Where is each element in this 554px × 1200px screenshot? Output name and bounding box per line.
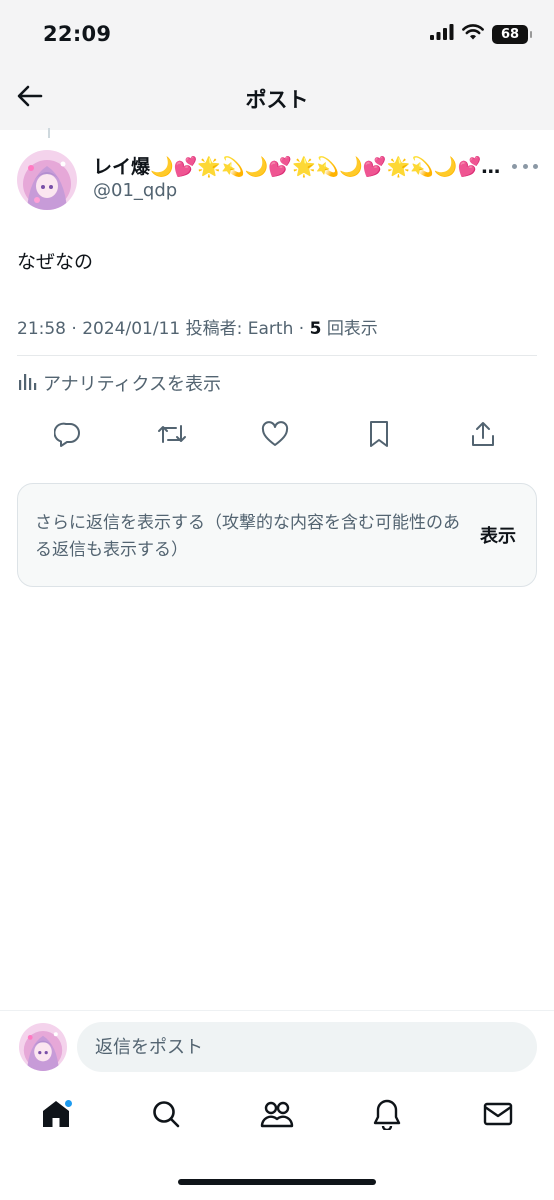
show-more-replies-button[interactable]: 表示 <box>480 522 516 548</box>
post-source: Earth <box>247 319 294 339</box>
nav-communities[interactable] <box>255 1094 299 1138</box>
view-count: 5 <box>309 319 322 339</box>
nav-notifications[interactable] <box>365 1094 409 1138</box>
post-date[interactable]: 2024/01/11 <box>82 319 180 339</box>
author-handle[interactable]: @01_qdp <box>93 180 177 201</box>
page-title: ポスト <box>245 88 309 112</box>
post-source-label: 投稿者: <box>185 319 243 339</box>
more-dot-icon <box>522 163 528 169</box>
meta-separator: · <box>298 319 310 339</box>
top-header: ポスト <box>0 70 554 130</box>
analytics-label: アナリティクスを表示 <box>43 374 222 395</box>
reply-input[interactable] <box>77 1022 537 1072</box>
signal-icon <box>430 24 454 44</box>
reply-icon <box>53 420 82 452</box>
my-avatar[interactable] <box>19 1023 67 1071</box>
notifications-icon <box>372 1098 402 1134</box>
reply-button[interactable] <box>50 418 86 454</box>
more-replies-card: さらに返信を表示する（攻撃的な内容を含む可能性のある返信も表示する） 表示 <box>17 483 537 587</box>
messages-icon <box>482 1100 514 1132</box>
post-actions <box>0 414 554 458</box>
author-name[interactable]: レイ爆🌙💕🌟💫🌙💕🌟💫🌙💕🌟💫🌙💕🌟💫 <box>93 152 503 179</box>
more-dot-icon <box>512 163 517 169</box>
repost-icon <box>157 420 187 452</box>
post-text: なぜなの <box>17 251 94 273</box>
share-icon <box>470 420 496 452</box>
reply-bar <box>0 1010 554 1082</box>
more-options-button[interactable] <box>512 156 538 176</box>
more-replies-text: さらに返信を表示する（攻撃的な内容を含む可能性のある返信も表示する） <box>35 513 460 560</box>
bookmark-icon <box>368 420 390 452</box>
like-icon <box>261 421 289 451</box>
battery-level: 68 <box>500 26 520 42</box>
bookmark-button[interactable] <box>361 418 397 454</box>
status-bar: 22:09 68 <box>0 0 554 70</box>
nav-search[interactable] <box>144 1094 188 1138</box>
search-icon <box>151 1099 181 1133</box>
post-meta: 21:58 · 2024/01/11 投稿者: Earth · 5 回表示 <box>17 314 378 339</box>
home-indicator[interactable] <box>178 1179 376 1185</box>
status-icons: 68 <box>430 24 532 44</box>
analytics-link[interactable]: アナリティクスを表示 <box>17 370 221 396</box>
thread-line <box>48 128 50 138</box>
more-dot-icon <box>533 163 538 169</box>
communities-icon <box>260 1099 294 1133</box>
author-avatar[interactable] <box>17 150 77 210</box>
post-time[interactable]: 21:58 <box>17 319 66 339</box>
status-time: 22:09 <box>43 22 112 46</box>
unread-dot <box>64 1099 73 1108</box>
battery-icon: 68 <box>492 24 532 44</box>
nav-home[interactable] <box>34 1094 78 1138</box>
view-count-label: 回表示 <box>326 319 378 339</box>
repost-button[interactable] <box>154 418 190 454</box>
like-button[interactable] <box>257 418 293 454</box>
divider <box>17 355 537 356</box>
nav-messages[interactable] <box>476 1094 520 1138</box>
meta-separator: · <box>71 319 83 339</box>
wifi-icon <box>462 24 484 44</box>
share-button[interactable] <box>465 418 501 454</box>
analytics-icon <box>17 371 37 396</box>
